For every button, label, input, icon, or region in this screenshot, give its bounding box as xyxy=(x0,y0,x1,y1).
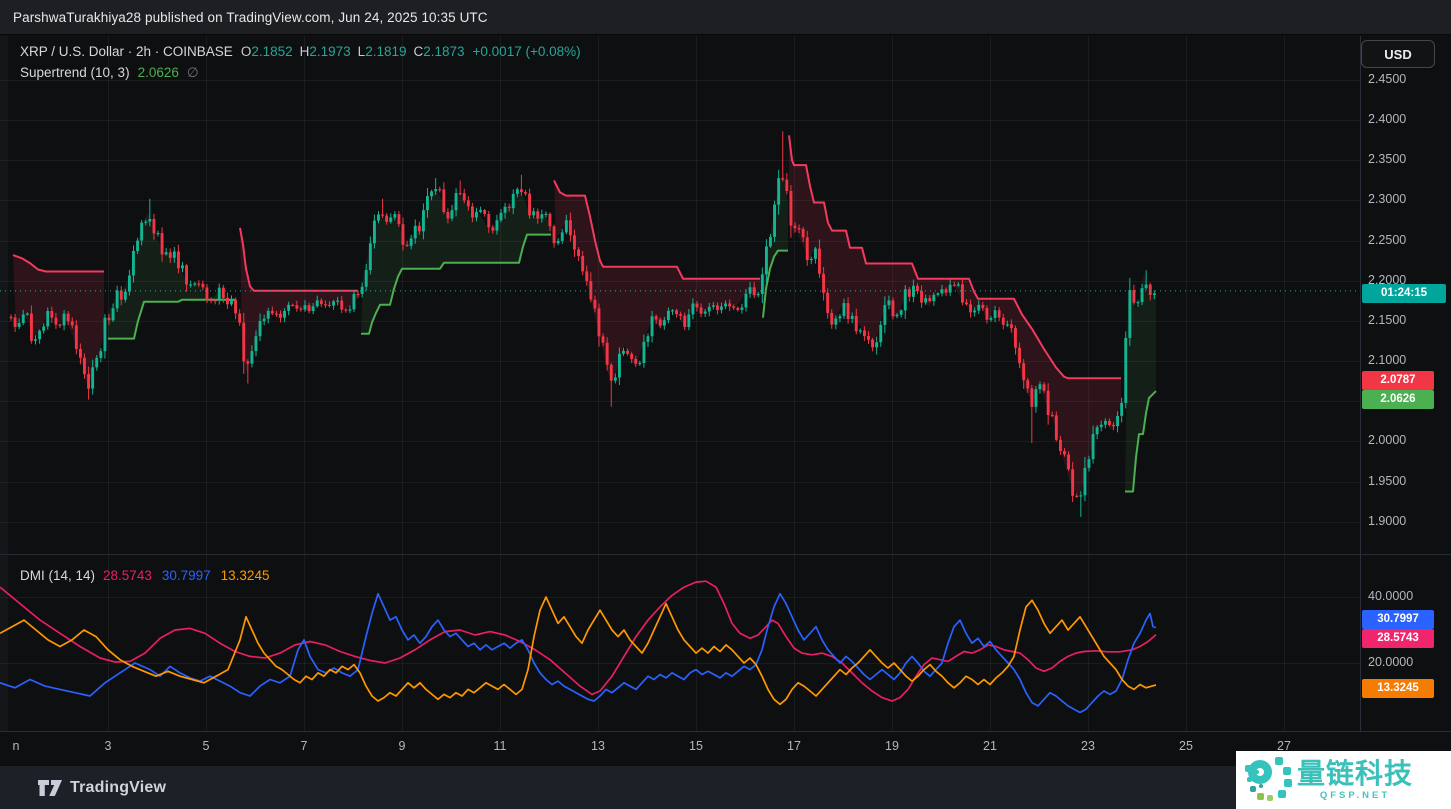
price-tick-label: 2.4000 xyxy=(1368,112,1406,126)
tradingview-logo[interactable]: TradingView xyxy=(37,776,166,800)
supertrend-empty-icon: ∅ xyxy=(187,65,199,81)
time-tick-label: 7 xyxy=(292,739,316,753)
symbol-title: XRP / U.S. Dollar · 2h · COINBASE xyxy=(20,44,233,59)
axis-badge: 30.7997 xyxy=(1362,610,1434,629)
publisher-bar: ParshwaTurakhiya28 published on TradingV… xyxy=(0,0,1451,35)
ohlc-values: O2.1852 H2.1973 L2.1819 C2.1873 xyxy=(241,44,465,59)
dmi-value: 28.5743 xyxy=(103,568,152,583)
dmi-value: 13.3245 xyxy=(221,568,270,583)
time-tick-label: 25 xyxy=(1174,739,1198,753)
dmi-legend[interactable]: DMI (14, 14) 28.5743 30.7997 13.3245 xyxy=(20,568,269,589)
watermark-logo xyxy=(1245,757,1291,803)
price-tick-label: 2.2500 xyxy=(1368,233,1406,247)
supertrend-value: 2.0626 xyxy=(138,65,179,80)
price-tick-label: 2.3000 xyxy=(1368,192,1406,206)
time-tick-label: 17 xyxy=(782,739,806,753)
tradingview-brand-text: TradingView xyxy=(70,779,166,797)
dmi-values: 28.5743 30.7997 13.3245 xyxy=(103,568,269,583)
chart-canvas[interactable] xyxy=(0,0,1451,809)
tradingview-snapshot: ParshwaTurakhiya28 published on TradingV… xyxy=(0,0,1451,809)
price-tick-label: 2.1500 xyxy=(1368,313,1406,327)
ohlc-item: C2.1873 xyxy=(413,44,464,59)
currency-toggle-button[interactable]: USD xyxy=(1361,40,1435,68)
change-value: +0.0017 (+0.08%) xyxy=(473,44,581,59)
time-tick-label: 3 xyxy=(96,739,120,753)
main-legend: XRP / U.S. Dollar · 2h · COINBASE O2.185… xyxy=(20,44,581,86)
publisher-text: ParshwaTurakhiya28 published on TradingV… xyxy=(0,10,488,25)
axis-badge: 28.5743 xyxy=(1362,629,1434,648)
price-tick-label: 2.3500 xyxy=(1368,152,1406,166)
time-tick-label: 9 xyxy=(390,739,414,753)
ohlc-item: O2.1852 xyxy=(241,44,293,59)
tradingview-logo-icon xyxy=(37,776,63,800)
axis-badge: 01:24:15 xyxy=(1362,284,1446,303)
time-tick-label: 11 xyxy=(488,739,512,753)
dmi-tick-label: 20.0000 xyxy=(1368,655,1413,669)
time-tick-label: 5 xyxy=(194,739,218,753)
symbol-row: XRP / U.S. Dollar · 2h · COINBASE O2.185… xyxy=(20,44,581,65)
price-tick-label: 1.9000 xyxy=(1368,514,1406,528)
axis-badge: 2.0787 xyxy=(1362,371,1434,390)
dmi-value: 30.7997 xyxy=(162,568,211,583)
axis-badge: 13.3245 xyxy=(1362,679,1434,698)
axis-badge: 2.0626 xyxy=(1362,390,1434,409)
bottom-toolbar: TradingView xyxy=(0,765,1451,809)
supertrend-row[interactable]: Supertrend (10, 3) 2.0626 ∅ xyxy=(20,65,581,86)
price-tick-label: 2.0000 xyxy=(1368,433,1406,447)
dmi-tick-label: 40.0000 xyxy=(1368,589,1413,603)
watermark-subtitle: QFSP.NET xyxy=(1320,790,1390,801)
time-tick-label: n xyxy=(4,739,28,753)
time-tick-label: 19 xyxy=(880,739,904,753)
time-tick-label: 13 xyxy=(586,739,610,753)
dmi-label: DMI (14, 14) xyxy=(20,568,95,583)
price-tick-label: 2.1000 xyxy=(1368,353,1406,367)
ohlc-item: H2.1973 xyxy=(300,44,351,59)
supertrend-label: Supertrend (10, 3) xyxy=(20,65,130,80)
watermark-box: 量链科技 QFSP.NET xyxy=(1236,751,1451,809)
price-tick-label: 2.4500 xyxy=(1368,72,1406,86)
watermark-text: 量链科技 QFSP.NET xyxy=(1297,759,1413,801)
ohlc-item: L2.1819 xyxy=(358,44,407,59)
watermark-title: 量链科技 xyxy=(1297,759,1413,789)
time-tick-label: 21 xyxy=(978,739,1002,753)
price-tick-label: 1.9500 xyxy=(1368,474,1406,488)
time-tick-label: 15 xyxy=(684,739,708,753)
time-tick-label: 23 xyxy=(1076,739,1100,753)
